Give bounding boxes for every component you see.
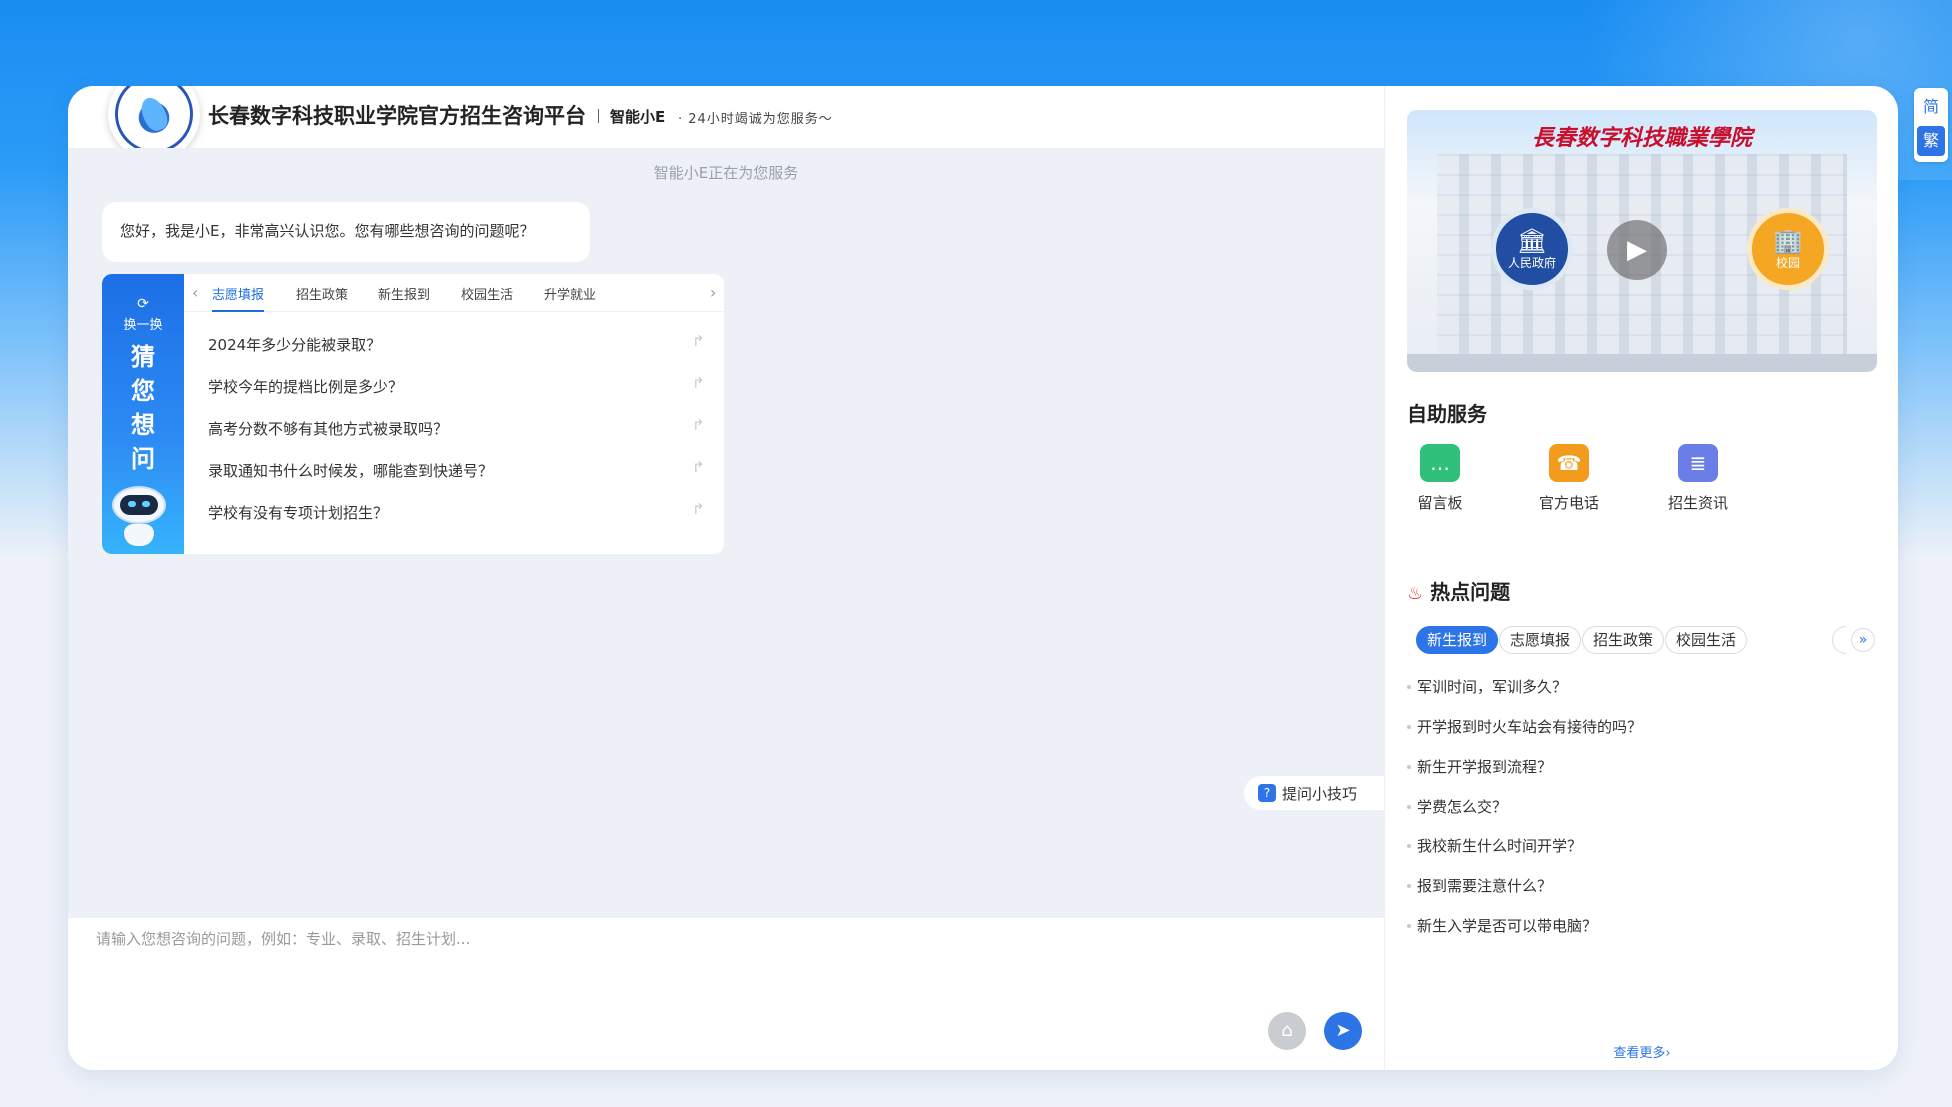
page-title: 长春数字科技职业学院官方招生咨询平台 xyxy=(208,104,586,128)
guess-title-char: 问 xyxy=(131,445,155,473)
send-button[interactable]: ➤ xyxy=(1324,1012,1362,1050)
share-arrow-icon: ↱ xyxy=(692,500,705,518)
campus-button[interactable]: 🏢 校园 xyxy=(1747,208,1829,290)
hot-question[interactable]: 学费怎么交？ xyxy=(1406,796,1507,817)
question-input[interactable] xyxy=(96,928,1296,998)
guess-tabs: ‹ 志愿填报 招生政策 新生报到 校园生活 升学就业 › xyxy=(184,274,724,312)
chevron-right-icon[interactable]: › xyxy=(710,283,716,302)
flame-icon: ♨ xyxy=(1407,583,1424,604)
guess-question[interactable]: 2024年多少分能被录取？ xyxy=(208,334,381,355)
tab-xiaoyuan[interactable]: 校园生活 xyxy=(461,284,513,303)
official-phone-label: 官方电话 xyxy=(1538,494,1599,512)
guess-card: ⟳ 换一换 猜您想问 ‹ 志愿填报 招生政策 新生报到 校园生活 升学就业 › xyxy=(102,274,724,554)
service-status: 智能小E正在为您服务 xyxy=(653,164,799,182)
hot-tab-xinsheng[interactable]: 新生报到 xyxy=(1416,626,1499,654)
share-arrow-icon: ↱ xyxy=(692,374,705,392)
hot-question[interactable]: 报到需要注意什么？ xyxy=(1406,875,1552,896)
guess-title: 猜您想问 xyxy=(102,340,184,476)
chevron-left-icon[interactable]: ‹ xyxy=(192,283,198,302)
tab-shengxue[interactable]: 升学就业 xyxy=(544,284,596,303)
guess-question[interactable]: 学校有没有专项计划招生？ xyxy=(208,502,388,523)
double-chevron-right-icon[interactable]: » xyxy=(1851,628,1875,652)
share-arrow-icon: ↱ xyxy=(692,332,705,350)
hot-question[interactable]: 军训时间，军训多久？ xyxy=(1406,676,1567,697)
header: 长春数字科技职业学院官方招生咨询平台 智能小E · 24小时竭诚为您服务～ xyxy=(68,86,1384,160)
message-board-label: 留言板 xyxy=(1417,494,1463,512)
view-more-label: 查看更多 xyxy=(1613,1046,1666,1061)
hot-questions-label: 热点问题 xyxy=(1430,580,1511,604)
hot-questions-title: ♨ 热点问题 xyxy=(1407,576,1510,605)
guess-title-char: 想 xyxy=(131,411,155,439)
simplified-chinese-button[interactable]: 简 xyxy=(1917,92,1945,122)
phone-icon: ☎ xyxy=(1549,444,1589,482)
hot-question[interactable]: 新生开学报到流程？ xyxy=(1406,756,1552,777)
refresh-icon: ⟳ xyxy=(137,296,149,312)
guess-question[interactable]: 录取通知书什么时候发，哪能查到快递号？ xyxy=(208,460,493,481)
government-label: 人民政府 xyxy=(1507,255,1556,270)
share-arrow-icon: ↱ xyxy=(692,416,705,434)
chevron-right-icon: › xyxy=(1665,1046,1671,1061)
street-illustration xyxy=(1407,354,1877,372)
view-more-link[interactable]: 查看更多› xyxy=(1385,1042,1898,1061)
title-divider xyxy=(598,109,599,123)
hot-tab-xiaoyuan[interactable]: 校园生活 xyxy=(1665,626,1748,654)
share-arrow-icon: ↱ xyxy=(692,458,705,476)
government-building-icon: 🏛 xyxy=(1516,226,1548,255)
help-icon: ? xyxy=(1258,784,1276,802)
hot-question[interactable]: 新生入学是否可以带电脑？ xyxy=(1406,915,1597,936)
guess-question[interactable]: 学校今年的提档比例是多少？ xyxy=(208,376,403,397)
traditional-chinese-button[interactable]: 繁 xyxy=(1917,126,1945,156)
message-board-button[interactable]: … 留言板 xyxy=(1400,444,1480,513)
self-service-title: 自助服务 xyxy=(1407,402,1487,426)
robot-mascot-icon xyxy=(108,484,170,548)
tab-zhiyuan[interactable]: 志愿填报 xyxy=(212,284,265,312)
admission-news-button[interactable]: ≣ 招生资讯 xyxy=(1658,444,1738,513)
input-area: ⌂ ➤ xyxy=(68,918,1384,1070)
hot-question[interactable]: 开学报到时火车站会有接待的吗？ xyxy=(1406,716,1642,737)
campus-banner: 長春数字科技職業學院 🏛 人民政府 ▶ 🏢 校园 xyxy=(1407,110,1877,372)
language-switcher: 简 繁 xyxy=(1914,88,1948,162)
main-card: 长春数字科技职业学院官方招生咨询平台 智能小E · 24小时竭诚为您服务～ 智能… xyxy=(68,86,1898,1070)
paper-plane-icon: ➤ xyxy=(1335,1020,1351,1041)
tab-zhaosheng[interactable]: 招生政策 xyxy=(296,284,348,303)
play-icon: ▶ xyxy=(1627,235,1647,265)
clear-button[interactable]: ⌂ xyxy=(1268,1012,1306,1050)
question-tips-button[interactable]: ? 提问小技巧 xyxy=(1244,776,1384,810)
banner-title: 長春数字科技職業學院 xyxy=(1531,125,1752,151)
chat-panel: 智能小E正在为您服务 您好，我是小E，非常高兴认识您。您有哪些想咨询的问题呢？ … xyxy=(68,148,1384,918)
tab-xinsheng[interactable]: 新生报到 xyxy=(378,284,430,303)
message-board-icon: … xyxy=(1420,444,1460,482)
slogan: · 24小时竭诚为您服务～ xyxy=(678,112,833,127)
brand-name: 智能小E xyxy=(610,108,666,126)
greeting-bubble: 您好，我是小E，非常高兴认识您。您有哪些想咨询的问题呢？ xyxy=(102,202,590,262)
hot-question[interactable]: 我校新生什么时间开学？ xyxy=(1406,835,1582,856)
refresh-button[interactable]: ⟳ 换一换 xyxy=(102,296,184,333)
refresh-label: 换一换 xyxy=(123,318,163,333)
guess-sidebar: ⟳ 换一换 猜您想问 xyxy=(102,274,184,554)
guess-title-char: 您 xyxy=(131,377,155,405)
official-phone-button[interactable]: ☎ 官方电话 xyxy=(1529,444,1609,513)
guess-question[interactable]: 高考分数不够有其他方式被录取吗？ xyxy=(208,418,448,439)
broom-icon: ⌂ xyxy=(1281,1020,1293,1041)
hot-tab-zhiyuan[interactable]: 志愿填报 xyxy=(1499,626,1582,654)
play-video-button[interactable]: ▶ xyxy=(1607,220,1667,280)
guess-title-char: 猜 xyxy=(131,343,155,371)
news-icon: ≣ xyxy=(1678,444,1718,482)
hot-tab-zhaosheng[interactable]: 招生政策 xyxy=(1582,626,1665,654)
government-button[interactable]: 🏛 人民政府 xyxy=(1491,208,1573,290)
admission-news-label: 招生资讯 xyxy=(1667,494,1728,512)
tips-label: 提问小技巧 xyxy=(1282,784,1358,803)
campus-label: 校园 xyxy=(1775,255,1800,270)
hot-tab-overflow xyxy=(1832,626,1846,654)
school-building-icon: 🏢 xyxy=(1773,226,1803,255)
right-sidebar: 長春数字科技職業學院 🏛 人民政府 ▶ 🏢 校园 自助服务 … 留言板 ☎ 官方… xyxy=(1384,86,1898,1070)
